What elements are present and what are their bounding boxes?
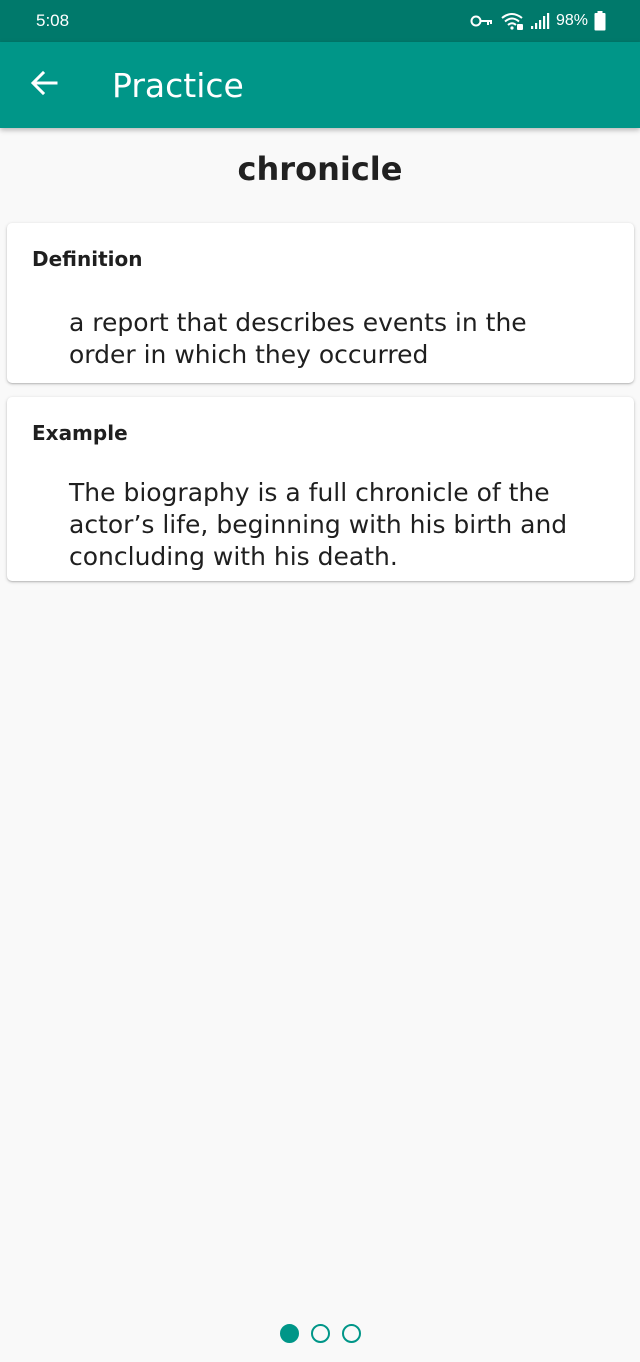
page-indicator bbox=[0, 1324, 640, 1344]
example-card: Example The biography is a full chronicl… bbox=[7, 397, 634, 581]
definition-label: Definition bbox=[32, 247, 143, 271]
status-time: 5:08 bbox=[36, 11, 70, 30]
page-dot-2[interactable] bbox=[310, 1324, 330, 1343]
status-icons: 98% bbox=[470, 11, 606, 31]
vocabulary-word: chronicle bbox=[237, 150, 403, 188]
key-icon bbox=[470, 14, 494, 28]
example-label: Example bbox=[32, 421, 128, 445]
definition-card: Definition a report that describes event… bbox=[7, 223, 634, 383]
example-text: The biography is a full chronicle of the… bbox=[69, 478, 568, 571]
page-dot-1[interactable] bbox=[279, 1324, 299, 1343]
signal-icon bbox=[530, 12, 550, 30]
battery-percent: 98% bbox=[555, 12, 588, 29]
battery-icon bbox=[594, 11, 606, 31]
arrow-left-icon bbox=[30, 70, 58, 101]
definition-text: a report that describes events in the or… bbox=[69, 308, 527, 369]
app-bar: Practice bbox=[0, 42, 640, 128]
page-title: Practice bbox=[112, 65, 244, 105]
wifi-icon bbox=[500, 11, 524, 31]
back-button[interactable] bbox=[12, 53, 76, 117]
status-bar: 5:08 98% bbox=[0, 0, 640, 42]
page-dot-3[interactable] bbox=[341, 1324, 361, 1343]
